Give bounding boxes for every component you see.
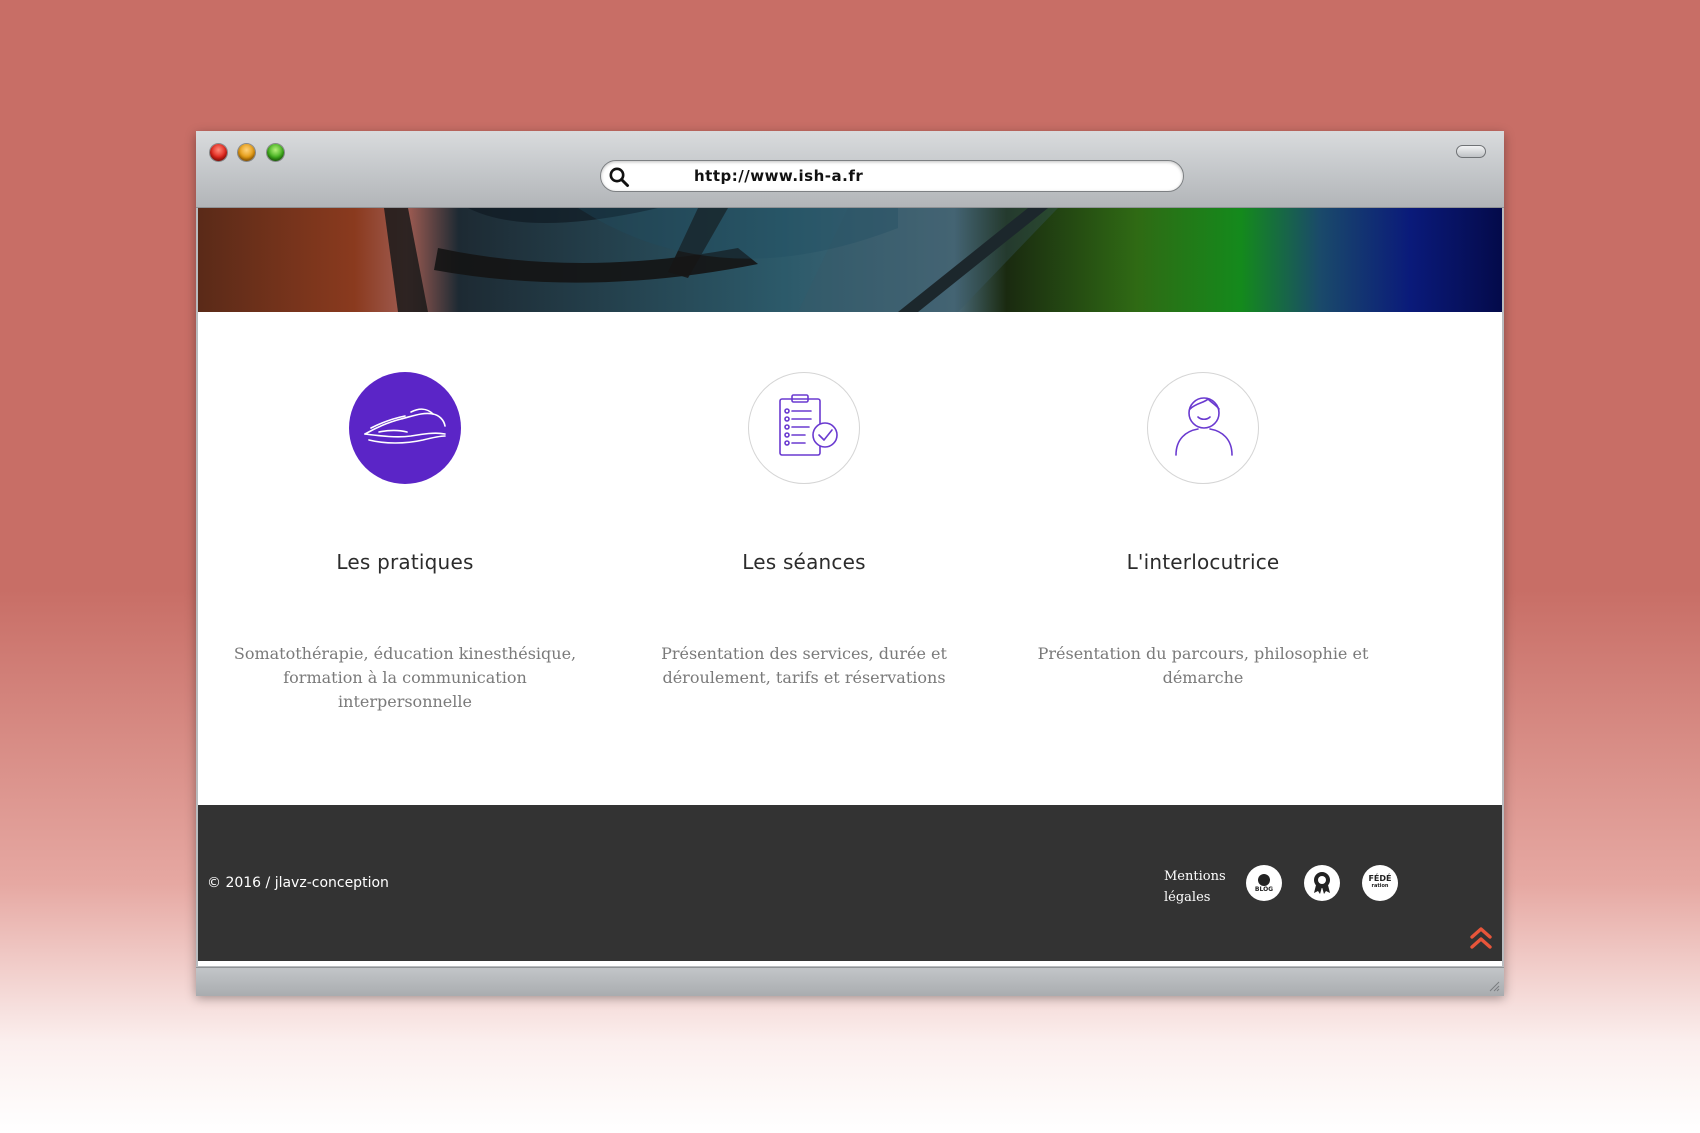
federation-label-top: FÉDÉ bbox=[1368, 874, 1392, 883]
feature-seances[interactable]: Les séances Présentation des services, d… bbox=[604, 372, 1004, 690]
award-icon[interactable] bbox=[1304, 865, 1340, 901]
copyright-text: © 2016 / jlavz-conception bbox=[207, 875, 389, 891]
feature-pratiques[interactable]: Les pratiques Somatothérapie, éducation … bbox=[205, 372, 605, 714]
hands-icon bbox=[349, 372, 461, 484]
blog-label: BLOG bbox=[1254, 886, 1274, 893]
person-icon bbox=[1147, 372, 1259, 484]
zoom-window-button[interactable] bbox=[267, 144, 284, 161]
search-icon bbox=[609, 167, 629, 187]
page-bottom-strip bbox=[198, 961, 1502, 966]
hero-banner-image bbox=[198, 208, 1502, 312]
feature-description: Présentation des services, durée et déro… bbox=[661, 644, 947, 687]
federation-icon[interactable]: FÉDÉ ration bbox=[1362, 865, 1398, 901]
feature-interlocutrice[interactable]: L'interlocutrice Présentation du parcour… bbox=[1003, 372, 1403, 690]
resize-grip-icon[interactable] bbox=[1486, 978, 1500, 992]
browser-statusbar bbox=[196, 967, 1504, 996]
browser-titlebar: http://www.ish-a.fr bbox=[196, 131, 1504, 208]
federation-label-bottom: ration bbox=[1371, 883, 1389, 889]
double-chevron-up-icon[interactable] bbox=[1468, 925, 1494, 951]
feature-title[interactable]: L'interlocutrice bbox=[1003, 550, 1403, 574]
close-window-button[interactable] bbox=[210, 144, 227, 161]
page-viewport: Les pratiques Somatothérapie, éducation … bbox=[198, 208, 1502, 966]
blog-icon[interactable]: BLOG bbox=[1246, 865, 1282, 901]
legal-notice-link[interactable]: Mentions légales bbox=[1164, 866, 1234, 908]
browser-window: http://www.ish-a.fr Les pratiques Somato… bbox=[196, 131, 1504, 996]
feature-title[interactable]: Les pratiques bbox=[205, 550, 605, 574]
clipboard-checklist-icon bbox=[748, 372, 860, 484]
address-bar[interactable]: http://www.ish-a.fr bbox=[600, 160, 1184, 192]
toolbar-toggle-button[interactable] bbox=[1456, 145, 1486, 158]
url-text: http://www.ish-a.fr bbox=[694, 167, 864, 185]
site-footer: © 2016 / jlavz-conception Mentions légal… bbox=[198, 805, 1502, 961]
feature-title[interactable]: Les séances bbox=[604, 550, 1004, 574]
feature-description: Somatothérapie, éducation kinesthésique,… bbox=[233, 644, 577, 711]
feature-description: Présentation du parcours, philosophie et… bbox=[1037, 644, 1369, 687]
minimize-window-button[interactable] bbox=[238, 144, 255, 161]
